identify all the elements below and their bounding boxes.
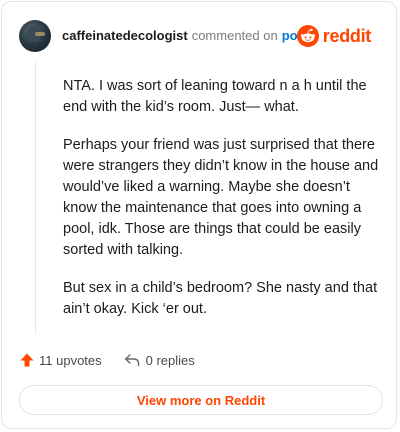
reply-button[interactable]: 0 replies (124, 353, 195, 368)
comment-actions: 11 upvotes 0 replies (19, 349, 195, 371)
reply-count: 0 replies (145, 352, 195, 368)
embedded-comment-card: caffeinatedecologist commented on post red… (1, 1, 397, 429)
action-text: commented on (191, 28, 278, 43)
reddit-wordmark: reddit (322, 25, 372, 46)
upvote-arrow-icon (20, 353, 34, 367)
reddit-brand[interactable]: reddit (296, 19, 372, 53)
username-link[interactable]: caffeinatedecologist (62, 28, 188, 43)
comment-header: caffeinatedecologist commented on post red… (19, 19, 385, 53)
comment-body: NTA. I was sort of leaning toward n a h … (63, 76, 383, 337)
thread-line (35, 62, 36, 334)
upvote-button[interactable]: 11 upvotes (19, 352, 102, 368)
comment-paragraph: But sex in a child’s bedroom? She nasty … (63, 280, 378, 317)
reply-arrow-icon (124, 354, 139, 367)
comment-paragraph: Perhaps your friend was just surprised t… (63, 137, 379, 258)
comment-paragraph: NTA. I was sort of leaning toward n a h … (63, 78, 367, 115)
user-avatar[interactable] (19, 20, 51, 52)
view-more-button[interactable]: View more on Reddit (19, 385, 383, 415)
reddit-snoo-icon (296, 25, 319, 47)
header-text: caffeinatedecologist commented on post (62, 28, 309, 44)
upvote-count: 11 upvotes (39, 352, 102, 368)
